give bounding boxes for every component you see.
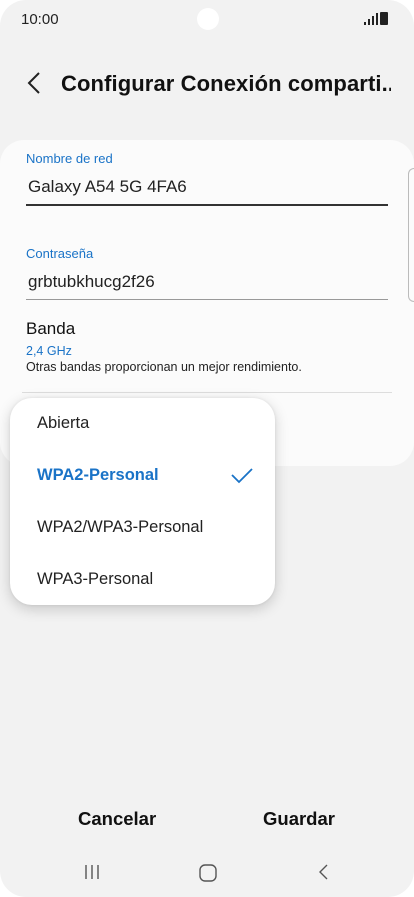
password-underline bbox=[26, 299, 388, 300]
divider bbox=[22, 392, 392, 393]
back-icon[interactable] bbox=[316, 863, 332, 881]
recent-apps-icon[interactable] bbox=[83, 863, 101, 881]
check-icon bbox=[231, 468, 253, 484]
home-icon[interactable] bbox=[198, 863, 218, 883]
option-abierta[interactable]: Abierta bbox=[10, 398, 275, 450]
save-button[interactable]: Guardar bbox=[263, 808, 335, 830]
navigation-bar bbox=[0, 852, 414, 892]
band-description: Otras bandas proporcionan un mejor rendi… bbox=[26, 360, 302, 374]
network-name-label: Nombre de red bbox=[26, 151, 113, 166]
back-arrow-icon[interactable] bbox=[22, 70, 48, 96]
camera-cutout bbox=[197, 8, 219, 30]
option-wpa2-personal[interactable]: WPA2-Personal bbox=[10, 450, 275, 502]
password-field[interactable]: grbtubkhucg2f26 bbox=[28, 272, 155, 292]
scrollbar[interactable] bbox=[408, 168, 414, 302]
option-wpa2-wpa3-personal[interactable]: WPA2/WPA3-Personal bbox=[10, 502, 275, 554]
security-dropdown: Abierta WPA2-Personal WPA2/WPA3-Personal… bbox=[10, 398, 275, 605]
option-label: WPA2-Personal bbox=[37, 466, 159, 484]
network-name-underline bbox=[26, 204, 388, 206]
cancel-button[interactable]: Cancelar bbox=[78, 808, 156, 830]
header: Configurar Conexión comparti... bbox=[0, 60, 414, 108]
network-name-field[interactable]: Galaxy A54 5G 4FA6 bbox=[28, 177, 187, 197]
page-title: Configurar Conexión comparti... bbox=[61, 71, 391, 96]
band-title: Banda bbox=[26, 319, 76, 338]
status-time: 10:00 bbox=[21, 11, 59, 28]
status-bar: 10:00 bbox=[0, 0, 414, 40]
password-label: Contraseña bbox=[26, 246, 94, 261]
phone-screen: 10:00 Configurar Conexión comparti... No… bbox=[0, 0, 414, 897]
battery-icon bbox=[380, 12, 388, 25]
action-bar: Cancelar Guardar bbox=[0, 800, 414, 840]
option-wpa3-personal[interactable]: WPA3-Personal bbox=[10, 554, 275, 606]
band-value: 2,4 GHz bbox=[26, 344, 72, 358]
signal-icon bbox=[364, 13, 378, 25]
option-label: Abierta bbox=[37, 414, 90, 432]
option-label: WPA2/WPA3-Personal bbox=[37, 518, 204, 536]
option-label: WPA3-Personal bbox=[37, 570, 154, 588]
